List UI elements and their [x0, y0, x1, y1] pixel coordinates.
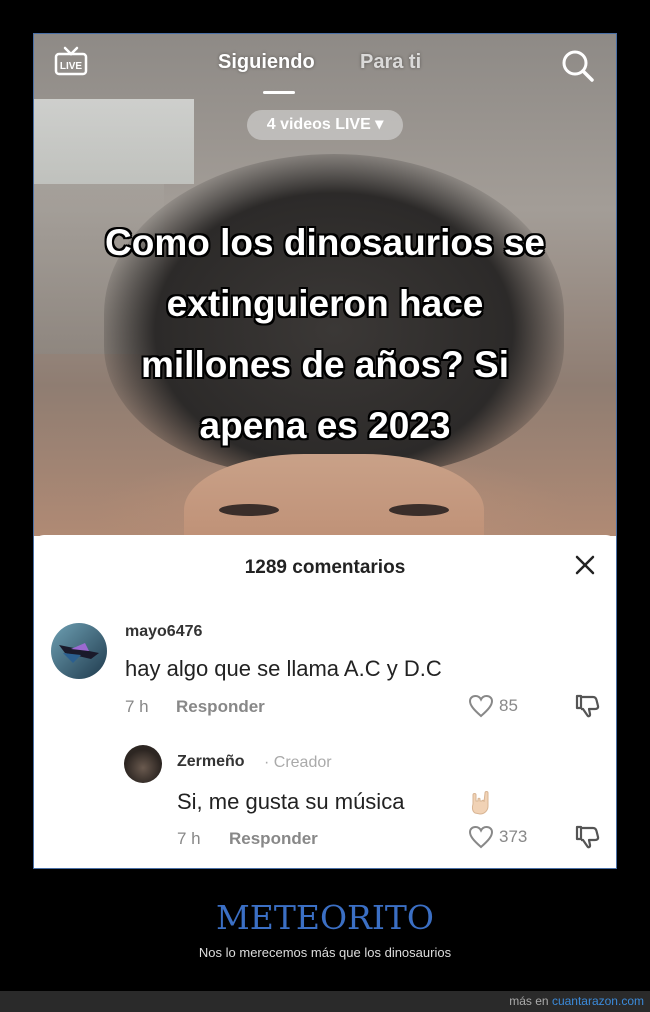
tab-for-you[interactable]: Para ti: [360, 51, 421, 74]
like-count: 373: [499, 827, 528, 846]
post-title: METEORITO: [216, 898, 434, 937]
search-icon[interactable]: [560, 48, 596, 84]
avatar-image: [59, 643, 99, 663]
comment-username[interactable]: Zermeño: [177, 753, 245, 771]
like-count: 85: [499, 696, 518, 715]
screenshot-frame: LIVE Siguiendo Para ti 4 videos LIVE ▾ C…: [33, 33, 617, 869]
comment-text: Si, me gusta su música: [177, 789, 405, 814]
dislike-icon[interactable]: [573, 692, 601, 720]
person-eye-left: [219, 504, 279, 516]
avatar[interactable]: [51, 623, 107, 679]
comment-time: 7 h: [125, 697, 149, 716]
footer-text: más en cuantarazon.com: [509, 994, 644, 1008]
tab-following[interactable]: Siguiendo: [218, 51, 315, 74]
footer-prefix: más en: [509, 994, 549, 1008]
dislike-icon[interactable]: [573, 823, 601, 851]
person-eye-right: [389, 504, 449, 516]
comment-text: hay algo que se llama A.C y D.C: [125, 656, 442, 681]
caption-line: apena es 2023: [199, 405, 451, 446]
comment-username[interactable]: mayo6476: [125, 623, 202, 641]
top-bar: LIVE Siguiendo Para ti: [34, 34, 616, 94]
footer-site-link[interactable]: cuantarazon.com: [552, 994, 644, 1008]
reply-button[interactable]: Responder: [176, 697, 265, 717]
avatar[interactable]: [124, 745, 162, 783]
live-videos-pill[interactable]: 4 videos LIVE ▾: [247, 110, 403, 140]
heart-icon[interactable]: [468, 825, 494, 849]
creator-badge: · Creador: [264, 754, 332, 771]
caption-line: Como los dinosaurios se: [105, 222, 545, 263]
video-area[interactable]: LIVE Siguiendo Para ti 4 videos LIVE ▾ C…: [34, 34, 616, 536]
person-face: [184, 454, 484, 536]
close-icon[interactable]: [573, 553, 597, 577]
caption-line: extinguieron hace: [166, 283, 484, 324]
svg-text:LIVE: LIVE: [60, 61, 83, 72]
caption-line: millones de años? Si: [140, 344, 510, 385]
footer-bar: más en cuantarazon.com: [0, 991, 650, 1012]
active-tab-indicator: [263, 91, 295, 94]
comment-count: 1289 comentarios: [244, 557, 406, 578]
heart-icon[interactable]: [468, 694, 494, 718]
reply-button[interactable]: Responder: [229, 829, 318, 849]
comments-panel: 1289 comentarios mayo6476 hay algo que s…: [34, 535, 616, 868]
live-tv-icon[interactable]: LIVE: [54, 46, 88, 76]
comment-time: 7 h: [177, 829, 201, 848]
post-subtitle: Nos lo merecemos más que los dinosaurios: [198, 945, 452, 960]
video-caption: Como los dinosaurios se extinguieron hac…: [34, 212, 616, 456]
rock-hand-icon: [471, 791, 489, 815]
background-window: [34, 99, 194, 184]
